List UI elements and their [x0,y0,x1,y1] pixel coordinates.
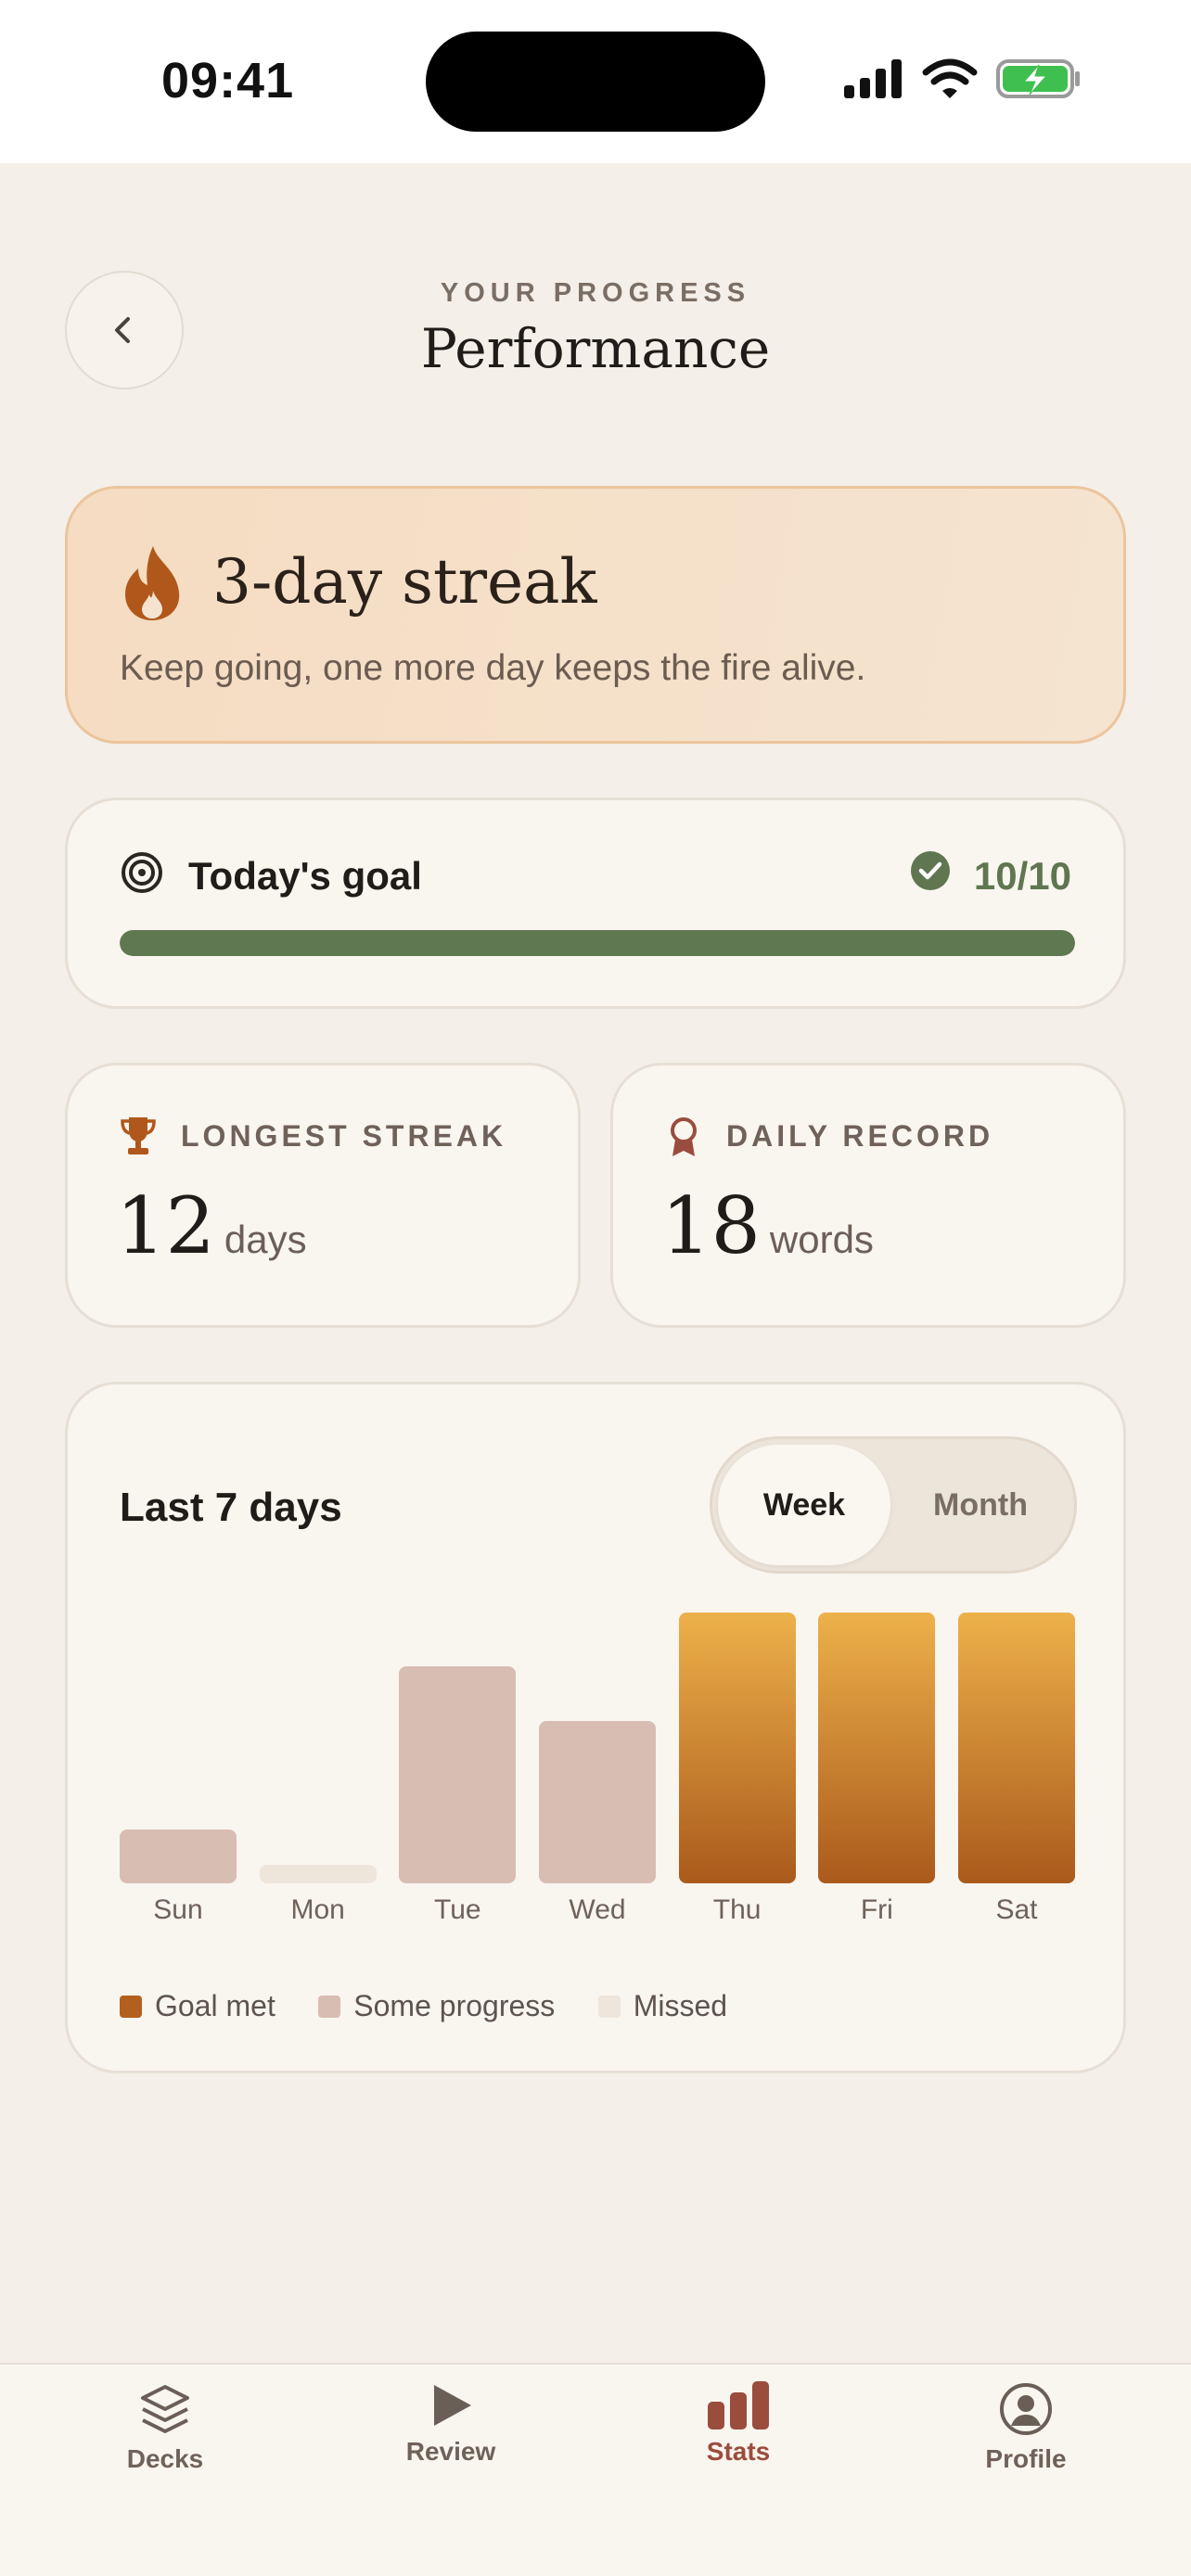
tab-label: Review [405,2437,496,2466]
streak-card: 3-day streak Keep going, one more day ke… [65,486,1126,744]
bar-thu [678,1613,796,1883]
tab-review[interactable]: Review [358,2381,544,2511]
page-title: Performance [420,317,771,380]
battery-charging-icon [996,59,1080,98]
goal-progress-fill [120,930,1075,956]
range-segmented-control: Week Month [710,1436,1077,1574]
bar-chart-icon [708,2381,769,2429]
goal-card: Today's goal 10/10 [65,797,1126,1009]
bar-label-mon: Mon [290,1894,345,1925]
legend-swatch [597,1995,621,2018]
tab-label: Decks [126,2444,204,2473]
bar-label-tue: Tue [434,1894,481,1925]
flame-icon [125,546,180,620]
tab-label: Stats [706,2437,771,2466]
layers-icon [141,2385,189,2433]
bar-mon [259,1865,377,1883]
bar-chart: Sun Mon Tue Wed Thu Fri Sat [120,1613,1075,1928]
stat-value: 18 [661,1180,761,1271]
stat-unit: words [769,1218,874,1261]
stat-value-row: 18 words [661,1180,874,1271]
bar-wed [539,1720,656,1883]
legend-label: Missed [633,1989,728,2022]
bar-label-thu: Thu [712,1894,762,1925]
legend-swatch [318,1995,341,2018]
stat-value: 12 [116,1180,215,1271]
bar-fri [818,1613,936,1883]
goal-label: Today's goal [188,854,422,898]
bar-label-wed: Wed [569,1894,626,1925]
chart-title: Last 7 days [120,1485,342,1530]
status-bar: 09:41 [0,0,1191,163]
longest-streak-card: LONGEST STREAK 12 days [65,1063,581,1328]
trophy-icon [121,1117,156,1154]
bar-label-fri: Fri [860,1894,893,1925]
stat-unit: days [224,1218,307,1261]
play-icon [434,2385,471,2426]
legend-label: Some progress [353,1989,556,2022]
dynamic-island [426,32,765,132]
tab-label: Profile [985,2444,1067,2473]
tab-stats[interactable]: Stats [646,2381,831,2511]
legend-item-goal-met: Goal met [120,1989,275,2023]
chart-legend: Goal met Some progress Missed [120,1989,766,2026]
target-icon [122,852,162,893]
bar-label-sat: Sat [995,1894,1038,1925]
tab-profile[interactable]: Profile [933,2381,1119,2511]
check-circle-icon [911,851,950,890]
bar-sun [120,1829,237,1883]
status-time: 09:41 [161,53,295,108]
bar-tue [399,1666,517,1883]
bar-label-sun: Sun [153,1894,203,1925]
goal-value: 10/10 [973,854,1071,898]
stat-label: DAILY RECORD [726,1119,994,1153]
goal-progress-bar [120,930,1075,956]
bar-sat [958,1613,1075,1883]
segment-week[interactable]: Week [718,1445,890,1565]
legend-swatch [120,1995,142,2018]
segment-month[interactable]: Month [894,1445,1067,1565]
profile-icon [1000,2383,1052,2435]
legend-label: Goal met [155,1989,275,2022]
daily-record-card: DAILY RECORD 18 words [610,1063,1126,1328]
tab-bar: Decks Review Stats Profile [0,2363,1191,2576]
streak-subtitle: Keep going, one more day keeps the fire … [120,648,866,688]
legend-item-some-progress: Some progress [318,1989,555,2023]
tab-decks[interactable]: Decks [72,2381,258,2511]
stat-label: LONGEST STREAK [181,1119,507,1153]
streak-title: 3-day streak [212,546,597,618]
last-7-days-card: Last 7 days Week Month Sun Mon Tue Wed Thu Fr… [65,1382,1126,2073]
stat-value-row: 12 days [116,1180,307,1271]
page-eyebrow: YOUR PROGRESS [440,278,751,308]
legend-item-missed: Missed [597,1989,728,2023]
cellular-signal-icon [844,59,902,98]
wifi-icon [922,58,978,98]
award-ribbon-icon [671,1117,697,1156]
